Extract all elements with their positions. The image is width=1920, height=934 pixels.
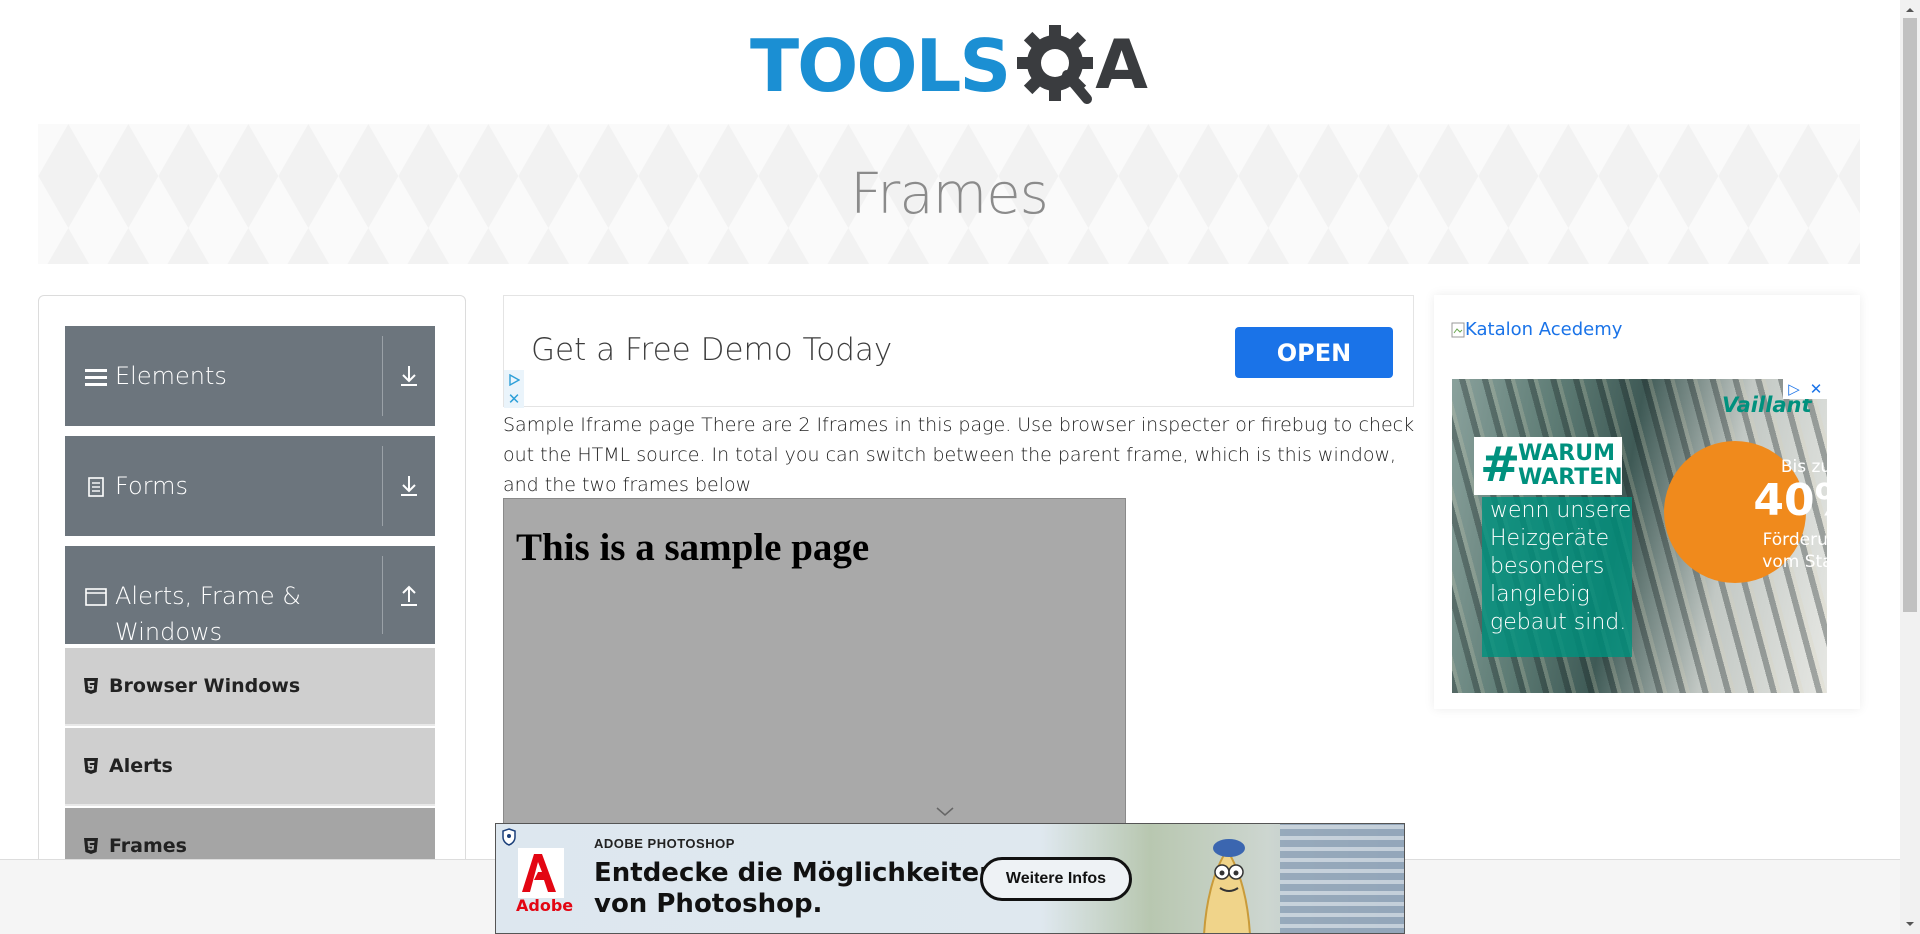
sidebar-group-elements[interactable]: Elements: [65, 326, 435, 426]
scroll-up-arrow-icon[interactable]: [1903, 3, 1917, 15]
sidebar-item-browser-windows[interactable]: Browser Windows: [65, 648, 435, 726]
logo-suffix: A: [1095, 25, 1148, 105]
badge-caption-line: vom Staat: [1762, 552, 1827, 572]
chevron-down-icon: [936, 804, 954, 822]
adchoices-icon[interactable]: [504, 370, 524, 390]
ad-headline: Get a Free Demo Today: [531, 332, 893, 368]
html5-icon: [83, 837, 99, 855]
ad-controls: ▷ ✕: [1783, 379, 1827, 399]
divider: [382, 556, 383, 634]
badge-caption: Förderung vom Staat: [1735, 529, 1827, 573]
sidebar-group-label: Windows: [115, 618, 223, 646]
ad-body-line: besonders: [1490, 554, 1605, 579]
download-icon[interactable]: [393, 360, 425, 392]
close-icon[interactable]: ✕: [504, 390, 524, 408]
ad-body-line: wenn unsere: [1490, 498, 1632, 523]
badge-value: 40%: [1753, 475, 1827, 526]
privacy-shield-icon[interactable]: [501, 828, 517, 846]
download-icon[interactable]: [393, 470, 425, 502]
badge-caption-line: Förderung: [1762, 530, 1827, 550]
sidebar-item-alerts[interactable]: Alerts: [65, 728, 435, 806]
hashtag-badge: # WARUM WARTEN: [1474, 437, 1623, 495]
sidebar-group-forms[interactable]: Forms: [65, 436, 435, 536]
html5-icon: [83, 757, 99, 775]
adobe-wordmark: Adobe: [516, 896, 574, 915]
adobe-logo-icon: [518, 848, 564, 898]
sidebar-item-label: Frames: [109, 835, 187, 857]
ad-headline: von Photoshop.: [594, 889, 823, 919]
ad-headline: Entdecke die Möglichkeiten: [594, 858, 998, 888]
page: TOOLS A Frames Elements Forms Alerts, Fr…: [0, 0, 1920, 934]
hashtag-symbol: #: [1480, 437, 1521, 493]
menu-icon: [85, 366, 107, 388]
frame-heading: This is a sample page: [516, 526, 870, 569]
scrollbar-thumb[interactable]: [1903, 18, 1917, 612]
ad-body-line: langlebig: [1490, 582, 1590, 607]
ad-body-line: Heizgeräte: [1490, 526, 1610, 551]
katalon-ad-link[interactable]: Katalon Acedemy: [1451, 319, 1622, 340]
ad-cta-button[interactable]: Weitere Infos: [980, 857, 1132, 901]
right-ad-panel: Katalon Acedemy Vaillant ▷ ✕ # WARUM WAR…: [1434, 295, 1860, 709]
mascot-illustration: [1184, 830, 1270, 933]
hashtag-line: WARUM: [1518, 441, 1616, 466]
frames-description: Sample Iframe page There are 2 Iframes i…: [503, 414, 1415, 496]
page-header-banner: Frames: [38, 124, 1860, 264]
logo-text: TOOLS: [750, 23, 1011, 108]
katalon-ad-alt-text: Katalon Acedemy: [1465, 319, 1623, 340]
divider: [382, 446, 383, 526]
ad-eyebrow: ADOBE PHOTOSHOP: [594, 836, 735, 851]
ad-body-line: gebaut sind.: [1490, 610, 1627, 635]
top-banner-ad[interactable]: Get a Free Demo Today OPEN ✕: [503, 295, 1414, 408]
hashtag-line: WARTEN: [1518, 465, 1623, 490]
adchoices-icon[interactable]: ▷: [1783, 379, 1805, 399]
sample-iframe[interactable]: This is a sample page: [503, 498, 1126, 838]
gear-icon: [1015, 23, 1101, 109]
adobe-photoshop-ad[interactable]: Adobe ADOBE PHOTOSHOP Entdecke die Mögli…: [495, 823, 1405, 934]
ad-open-button[interactable]: OPEN: [1235, 327, 1393, 378]
sidebar-item-label: Browser Windows: [109, 675, 301, 697]
toolsqa-logo[interactable]: TOOLS A: [750, 18, 1155, 113]
upload-icon[interactable]: [393, 580, 425, 612]
html5-icon: [83, 677, 99, 695]
document-icon: [85, 476, 107, 498]
sidebar-group-label: Forms: [115, 472, 188, 500]
ad-body-text: wenn unsere Heizgeräte besonders langleb…: [1482, 497, 1632, 657]
scroll-down-arrow-icon[interactable]: [1903, 917, 1917, 929]
window-icon: [85, 586, 107, 608]
badge-prefix: Bis zu: [1780, 457, 1827, 477]
vaillant-ad[interactable]: Vaillant ▷ ✕ # WARUM WARTEN wenn unsere …: [1452, 379, 1827, 693]
divider: [382, 336, 383, 416]
subsidy-badge: Bis zu 40% Förderung vom Staat: [1664, 441, 1827, 583]
sidebar-group-label: Elements: [115, 362, 227, 390]
left-sidebar: Elements Forms Alerts, Frame & Windows B…: [38, 295, 466, 934]
page-title: Frames: [850, 161, 1049, 227]
broken-image-icon: [1451, 322, 1465, 337]
sidebar-item-label: Alerts: [109, 755, 173, 777]
close-icon[interactable]: ✕: [1805, 379, 1827, 399]
building-photo: [1280, 824, 1404, 933]
sidebar-group-label: Alerts, Frame &: [115, 582, 302, 610]
sidebar-group-alerts-frame-windows[interactable]: Alerts, Frame & Windows: [65, 546, 435, 646]
